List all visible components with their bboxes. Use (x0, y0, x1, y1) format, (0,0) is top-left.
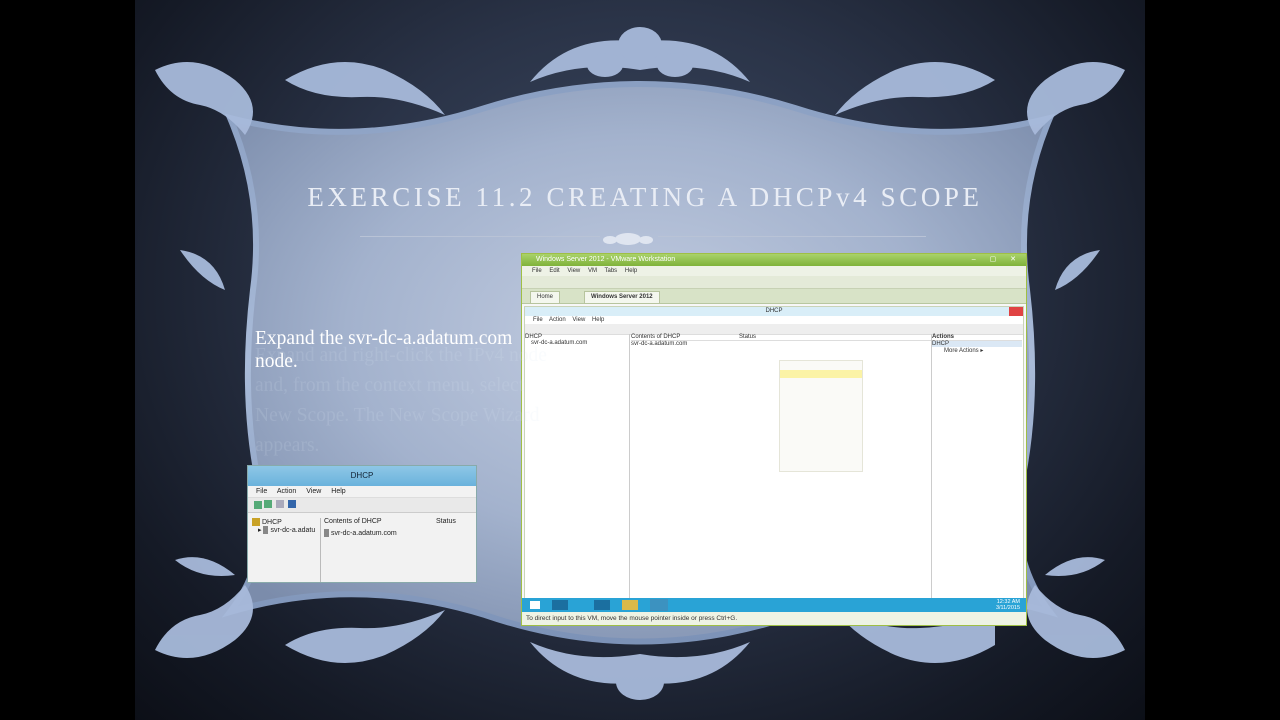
vm-dhcp-menu-view[interactable]: View (572, 317, 585, 323)
close-icon[interactable] (1009, 307, 1023, 316)
vm-menu-vm[interactable]: VM (588, 268, 597, 274)
vm-menubar: File Edit View VM Tabs Help (522, 266, 1026, 276)
server-icon (324, 529, 329, 537)
vm-tabbar: Home Windows Server 2012 (522, 289, 1026, 304)
vm-dhcp-menu-action[interactable]: Action (549, 317, 566, 323)
vm-title: Windows Server 2012 - VMware Workstation (536, 256, 676, 263)
forward-icon[interactable] (263, 499, 272, 508)
thumbnail-tree-root[interactable]: DHCP (252, 518, 320, 526)
actions-more[interactable]: More Actions ▸ (932, 347, 1022, 354)
context-item[interactable] (780, 404, 862, 413)
vm-menu-file[interactable]: File (532, 268, 542, 274)
taskbar-clock: 12:32 AM 3/11/2015 (995, 599, 1020, 611)
body-text: Expand the svr-dc-a.adatum.com node. (255, 328, 513, 372)
context-item[interactable] (780, 429, 862, 438)
thumbnail-menu-help[interactable]: Help (331, 488, 345, 495)
thumbnail-contents: Contents of DHCP Status svr-dc-a.adatum.c… (324, 518, 474, 537)
slide-title: EXERCISE 11.2 CREATING A DHCPv4 SCOPE (307, 182, 983, 212)
vm-row-server[interactable]: svr-dc-a.adatum.com (631, 341, 931, 347)
vm-dhcp-titlebar: DHCP (525, 307, 1023, 316)
server-manager-icon[interactable] (552, 600, 568, 610)
vm-window-controls[interactable]: – ▢ ✕ (972, 254, 1022, 266)
vm-dhcp-console: DHCP File Action View Help DHCP svr-dc-a… (524, 306, 1024, 600)
context-item[interactable] (780, 412, 862, 421)
windows-start-icon[interactable] (530, 601, 540, 609)
vm-menu-tabs[interactable]: Tabs (605, 268, 618, 274)
vm-dhcp-menubar: File Action View Help (525, 316, 1023, 324)
thumbnail-menu-view[interactable]: View (306, 488, 321, 495)
thumbnail-menu-file[interactable]: File (256, 488, 267, 495)
tab-home[interactable]: Home (530, 291, 561, 304)
thumbnail-col-status: Status (436, 518, 456, 525)
vm-menu-help[interactable]: Help (625, 268, 637, 274)
context-item[interactable] (780, 446, 862, 455)
thumbnail-tree: DHCP ▸ svr-dc-a.adatu (252, 518, 321, 582)
context-item[interactable] (780, 395, 862, 404)
dhcp-icon (252, 518, 260, 526)
server-icon (263, 526, 269, 535)
context-item[interactable] (780, 438, 862, 447)
guest-taskbar: 12:32 AM 3/11/2015 (522, 598, 1026, 612)
context-item[interactable] (780, 421, 862, 430)
vmware-window: Windows Server 2012 - VMware Workstation… (521, 253, 1027, 626)
back-icon[interactable] (254, 501, 262, 509)
vm-toolbar (522, 276, 1026, 289)
context-item-highlighted[interactable] (780, 369, 862, 378)
thumbnail-menu-action[interactable]: Action (277, 488, 296, 495)
expand-arrow-icon[interactable]: ▸ (258, 527, 262, 534)
vm-col-status: Status (739, 334, 757, 340)
dhcp-task-icon[interactable] (650, 599, 668, 611)
dhcp-thumbnail-window: DHCP File Action View Help DHCP ▸ svr-dc… (247, 465, 477, 583)
console-icon[interactable] (275, 499, 284, 508)
title-rule-left (360, 236, 600, 237)
powershell-icon[interactable] (594, 600, 610, 610)
thumbnail-tree-server[interactable]: ▸ svr-dc-a.adatu (252, 526, 320, 535)
vm-menu-edit[interactable]: Edit (549, 268, 559, 274)
slide: EXERCISE 11.2 CREATING A DHCPv4 SCOPE Ex… (135, 0, 1145, 720)
tab-windows-server[interactable]: Windows Server 2012 (584, 291, 660, 304)
context-menu (779, 360, 863, 472)
thumbnail-col-contents: Contents of DHCP (324, 518, 382, 525)
vm-col-contents: Contents of DHCP (631, 334, 681, 340)
explorer-icon[interactable] (622, 600, 638, 610)
vm-contents-pane: Contents of DHCP Status svr-dc-a.adatum.c… (631, 334, 932, 599)
actions-header: Actions (932, 334, 1022, 341)
context-item[interactable] (780, 361, 862, 370)
vm-titlebar: Windows Server 2012 - VMware Workstation… (522, 254, 1026, 266)
thumbnail-row-server[interactable]: svr-dc-a.adatum.com (324, 529, 474, 537)
thumbnail-toolbar (248, 498, 476, 513)
vm-dhcp-menu-file[interactable]: File (533, 317, 543, 323)
vm-menu-view[interactable]: View (567, 268, 580, 274)
thumbnail-titlebar: DHCP (248, 466, 476, 486)
thumbnail-menubar: File Action View Help (248, 486, 476, 498)
title-rule-right (658, 236, 926, 237)
context-item[interactable] (780, 387, 862, 396)
thumbnail-title: DHCP (350, 471, 374, 480)
vm-dhcp-menu-help[interactable]: Help (592, 317, 604, 323)
context-item[interactable] (780, 378, 862, 387)
help-icon[interactable] (287, 499, 296, 508)
vm-statusbar: To direct input to this VM, move the mou… (522, 612, 1026, 625)
vm-actions-pane: Actions DHCP More Actions ▸ (931, 334, 1022, 599)
context-item[interactable] (780, 455, 862, 464)
